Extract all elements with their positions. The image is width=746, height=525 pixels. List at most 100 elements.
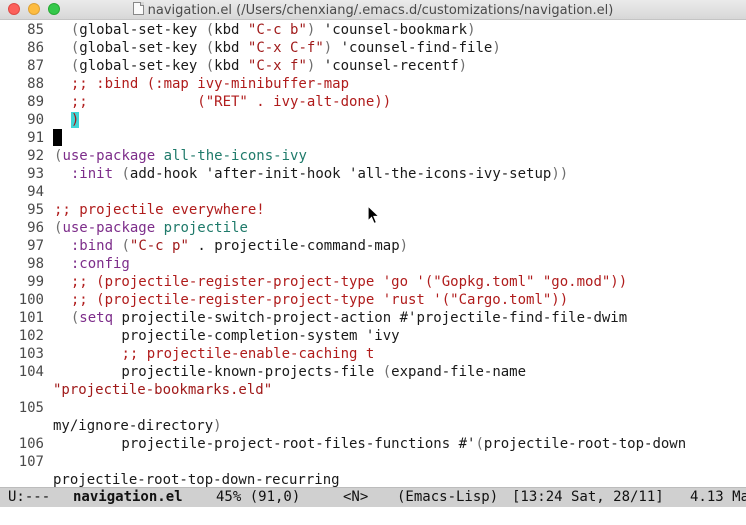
code-token: global-set-key bbox=[79, 22, 206, 38]
code-token: ( bbox=[205, 40, 215, 56]
code-token: all-the-icons-ivy bbox=[163, 148, 307, 164]
code-text: ;; :bind (:map ivy-minibuffer-map bbox=[54, 75, 349, 93]
code-token: ) bbox=[467, 22, 476, 38]
code-text: (use-package projectile bbox=[54, 219, 248, 237]
code-token: kbd bbox=[214, 40, 248, 56]
code-line[interactable]: 101 (setq projectile-switch-project-acti… bbox=[0, 309, 746, 327]
code-token: my/ignore-directory bbox=[53, 418, 214, 434]
code-token: ) bbox=[323, 40, 333, 56]
code-token: ( bbox=[121, 238, 130, 254]
code-line[interactable]: 86 (global-set-key (kbd "C-x C-f") 'coun… bbox=[0, 39, 746, 57]
code-line[interactable]: 85 (global-set-key (kbd "C-c b") 'counse… bbox=[0, 21, 746, 39]
code-text: :init (add-hook 'after-init-hook 'all-th… bbox=[54, 165, 568, 183]
code-line[interactable]: 97 :bind ("C-c p" . projectile-command-m… bbox=[0, 237, 746, 255]
code-token: :config bbox=[70, 256, 130, 272]
line-number: 85 bbox=[27, 22, 44, 38]
code-token: projectile-switch-project-action #'proje… bbox=[113, 310, 628, 326]
modeline-load: 4.13 Ma bbox=[690, 489, 746, 505]
code-line[interactable]: 94 bbox=[0, 183, 746, 201]
code-line[interactable]: 98 :config bbox=[0, 255, 746, 273]
code-token: ;; :bind (:map ivy-minibuffer-map bbox=[70, 76, 350, 92]
code-line[interactable]: 104 projectile-known-projects-file (expa… bbox=[0, 363, 746, 381]
line-number: 106 bbox=[18, 436, 44, 452]
code-token: ) bbox=[492, 40, 501, 56]
code-token: ( bbox=[121, 166, 130, 182]
code-line[interactable]: my/ignore-directory) bbox=[0, 417, 746, 435]
code-text: :config bbox=[54, 255, 130, 273]
code-token: 'counsel-recentf bbox=[315, 58, 459, 74]
code-token: "C-c p" bbox=[129, 238, 189, 254]
modeline-buffer-name[interactable]: navigation.el bbox=[73, 488, 183, 507]
line-number: 103 bbox=[18, 346, 44, 362]
mode-line: U:--- navigation.el 45% (91,0) <N> (Emac… bbox=[0, 487, 746, 507]
code-text: (global-set-key (kbd "C-x f") 'counsel-r… bbox=[54, 57, 467, 75]
line-number: 87 bbox=[27, 58, 44, 74]
modeline-evil-state: <N> bbox=[343, 489, 369, 505]
line-number: 96 bbox=[27, 220, 44, 236]
code-line[interactable]: 103 ;; projectile-enable-caching t bbox=[0, 345, 746, 363]
code-line[interactable]: 99 ;; (projectile-register-project-type … bbox=[0, 273, 746, 291]
code-token: global-set-key bbox=[79, 58, 206, 74]
code-token: projectile-known-projects-file bbox=[54, 364, 383, 380]
code-token: )) bbox=[551, 166, 569, 182]
code-token: projectile-root-top-down-recurring bbox=[53, 472, 340, 487]
line-number: 101 bbox=[18, 310, 44, 326]
code-line[interactable]: 87 (global-set-key (kbd "C-x f") 'counse… bbox=[0, 57, 746, 75]
code-line[interactable]: 107 bbox=[0, 453, 746, 471]
code-token: expand-file-name bbox=[391, 364, 527, 380]
code-token: kbd bbox=[214, 58, 248, 74]
code-line[interactable]: 106 projectile-project-root-files-functi… bbox=[0, 435, 746, 453]
code-line[interactable]: 89 ;; ("RET" . ivy-alt-done)) bbox=[0, 93, 746, 111]
line-number: 86 bbox=[27, 40, 44, 56]
code-token: "C-x C-f" bbox=[247, 40, 324, 56]
modeline-status: U:--- bbox=[8, 489, 51, 505]
code-line[interactable]: 100 ;; (projectile-register-project-type… bbox=[0, 291, 746, 309]
code-text: my/ignore-directory) bbox=[53, 417, 222, 435]
modeline-major-mode[interactable]: (Emacs-Lisp) bbox=[397, 488, 498, 507]
line-number: 100 bbox=[18, 292, 44, 308]
code-line[interactable]: 93 :init (add-hook 'after-init-hook 'all… bbox=[0, 165, 746, 183]
code-token: "projectile-bookmarks.eld" bbox=[53, 382, 273, 398]
code-line[interactable]: 92 (use-package all-the-icons-ivy bbox=[0, 147, 746, 165]
code-line[interactable]: projectile-root-top-down-recurring bbox=[0, 471, 746, 487]
code-token: :bind bbox=[70, 238, 114, 254]
window-title: navigation.el (/Users/chenxiang/.emacs.d… bbox=[0, 2, 746, 18]
code-line[interactable]: 91 bbox=[0, 129, 746, 147]
code-text: (global-set-key (kbd "C-x C-f") 'counsel… bbox=[54, 39, 501, 57]
code-text: projectile-known-projects-file (expand-f… bbox=[54, 363, 526, 381]
code-line[interactable]: "projectile-bookmarks.eld" bbox=[0, 381, 746, 399]
editor-buffer[interactable]: 85 (global-set-key (kbd "C-c b") 'counse… bbox=[0, 20, 746, 487]
code-text: (use-package all-the-icons-ivy bbox=[54, 147, 307, 165]
code-line[interactable]: 105 bbox=[0, 399, 746, 417]
code-text: ;; (projectile-register-project-type 'ru… bbox=[54, 291, 568, 309]
code-token: projectile-completion-system 'ivy bbox=[54, 328, 400, 344]
code-text: projectile-project-root-files-functions … bbox=[54, 435, 686, 453]
code-token: ) bbox=[213, 418, 222, 434]
line-number: 99 bbox=[27, 274, 44, 290]
line-number: 105 bbox=[18, 400, 44, 416]
code-token: ;; projectile-enable-caching t bbox=[121, 346, 375, 362]
code-text: ) bbox=[54, 111, 80, 129]
document-icon bbox=[132, 2, 144, 15]
code-line[interactable]: 90 ) bbox=[0, 111, 746, 129]
code-token: projectile-root-top-down bbox=[483, 436, 687, 452]
code-token: 'counsel-find-file bbox=[332, 40, 493, 56]
code-token: ( bbox=[205, 22, 215, 38]
code-token: setq bbox=[79, 310, 114, 326]
line-number: 91 bbox=[27, 130, 44, 146]
code-line[interactable]: 102 projectile-completion-system 'ivy bbox=[0, 327, 746, 345]
echo-area[interactable] bbox=[0, 507, 746, 525]
code-token: projectile-project-root-files-functions … bbox=[54, 436, 476, 452]
code-token: ;; projectile everywhere! bbox=[54, 202, 265, 218]
code-token: ) bbox=[458, 58, 468, 74]
code-line[interactable]: 88 ;; :bind (:map ivy-minibuffer-map bbox=[0, 75, 746, 93]
